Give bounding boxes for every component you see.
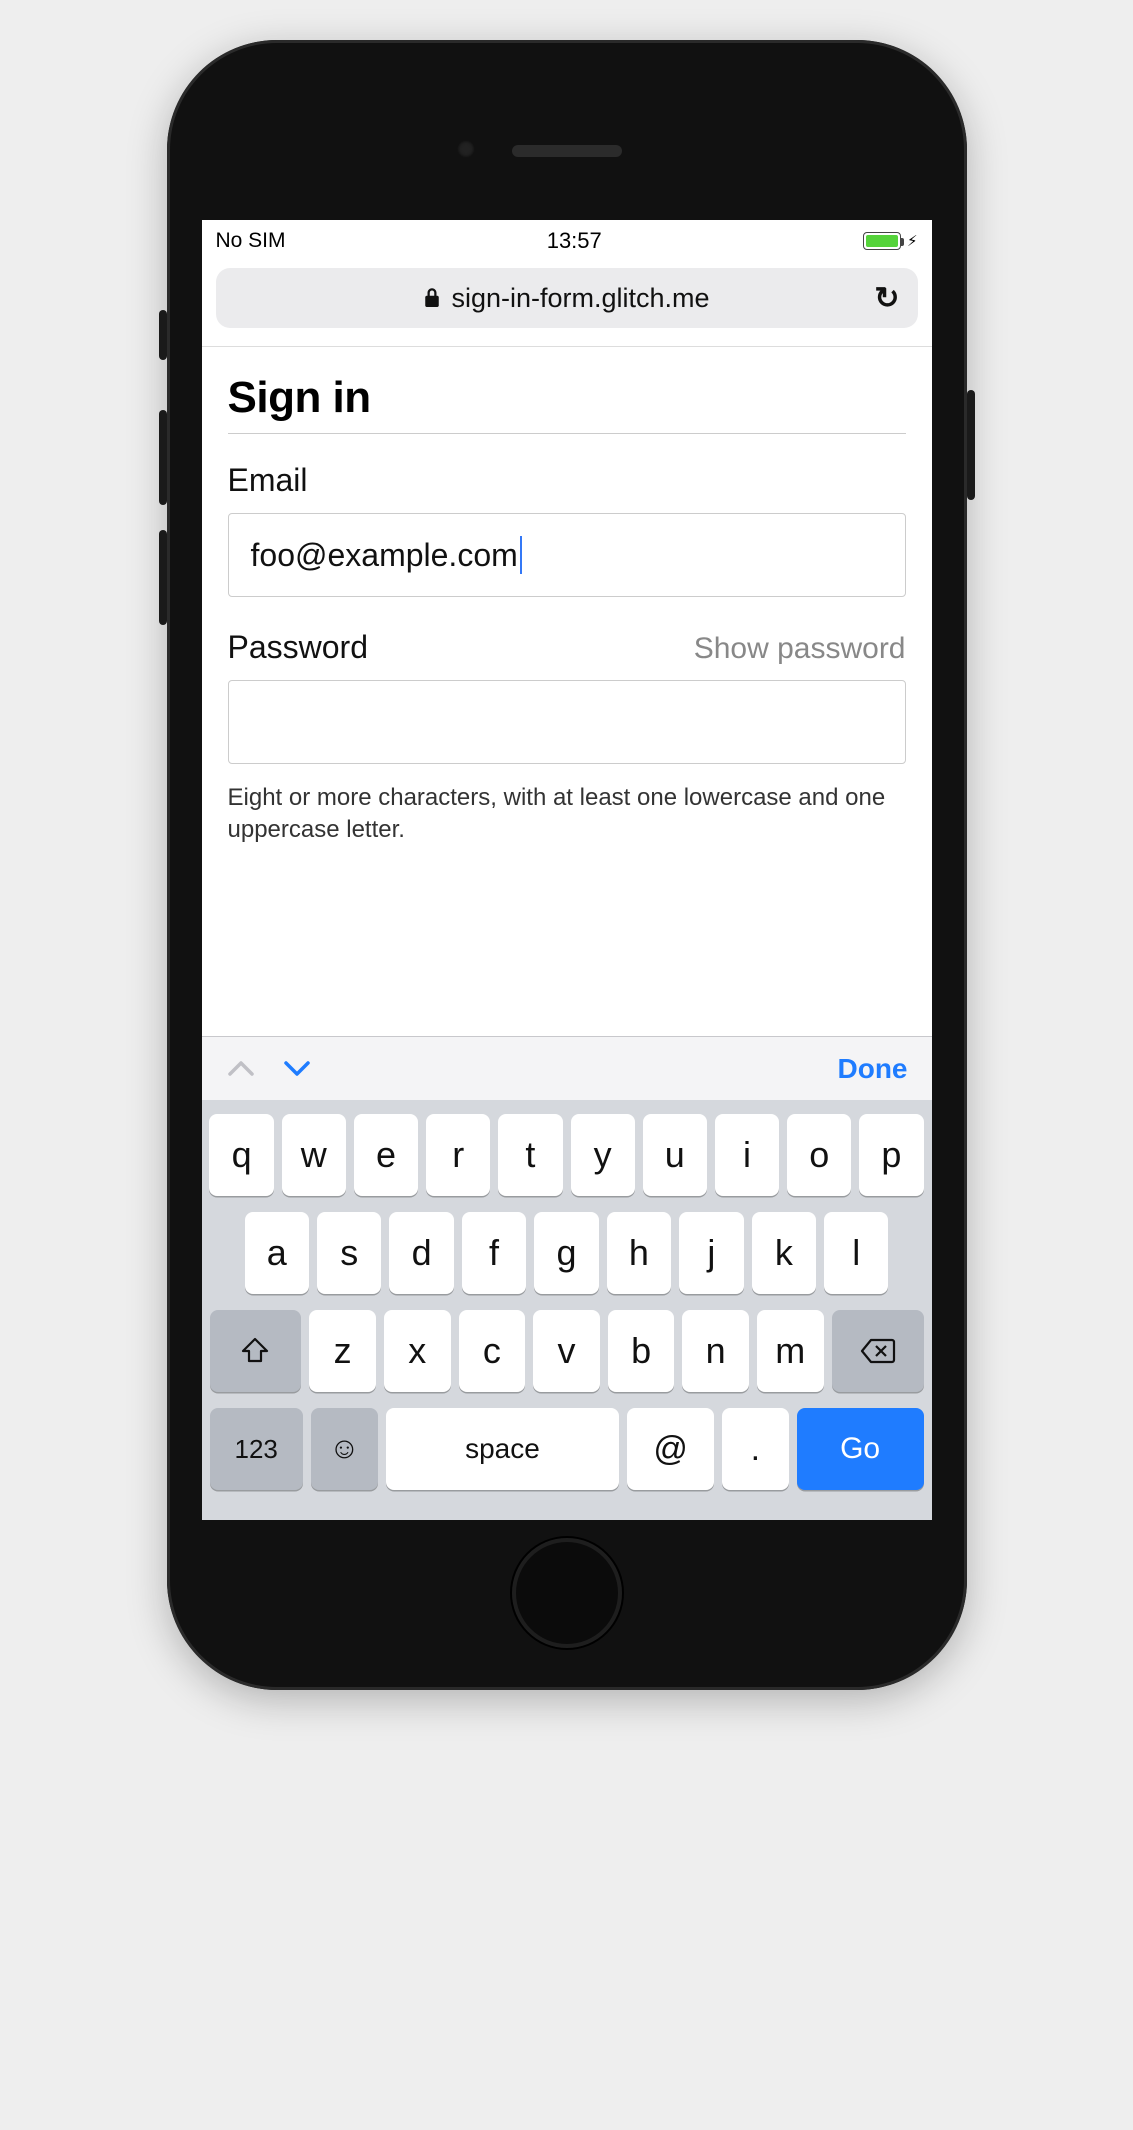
phone-speaker xyxy=(512,145,622,157)
keyboard-row-2: asdfghjkl xyxy=(210,1212,924,1294)
home-button[interactable] xyxy=(512,1538,622,1648)
at-key[interactable]: @ xyxy=(627,1408,714,1490)
key-e[interactable]: e xyxy=(354,1114,418,1196)
password-help-text: Eight or more characters, with at least … xyxy=(228,782,906,847)
key-c[interactable]: c xyxy=(459,1310,526,1392)
key-i[interactable]: i xyxy=(715,1114,779,1196)
battery-icon xyxy=(863,232,901,250)
phone-screen: No SIM 13:57 ⚡︎ sign-in-form.glitch.me ↻… xyxy=(202,220,932,1520)
go-key[interactable]: Go xyxy=(797,1408,924,1490)
keyboard-row-4: 123 ☺ space @ . Go xyxy=(210,1408,924,1490)
reload-icon[interactable]: ↻ xyxy=(874,281,899,316)
phone-frame: No SIM 13:57 ⚡︎ sign-in-form.glitch.me ↻… xyxy=(167,40,967,1690)
power-button xyxy=(967,390,975,500)
status-bar: No SIM 13:57 ⚡︎ xyxy=(202,220,932,262)
keyboard-row-1: qwertyuiop xyxy=(210,1114,924,1196)
page-content: Sign in Email foo@example.com Password S… xyxy=(202,346,932,847)
keyboard-accessory-bar: Done xyxy=(202,1036,932,1100)
keyboard-done-button[interactable]: Done xyxy=(838,1053,908,1085)
key-t[interactable]: t xyxy=(498,1114,562,1196)
key-w[interactable]: w xyxy=(282,1114,346,1196)
charging-icon: ⚡︎ xyxy=(907,232,918,250)
volume-up-button xyxy=(159,410,167,505)
url-text: sign-in-form.glitch.me xyxy=(451,283,709,314)
prev-field-icon xyxy=(226,1058,256,1080)
mute-switch xyxy=(159,310,167,360)
browser-url-bar[interactable]: sign-in-form.glitch.me ↻ xyxy=(216,268,918,328)
key-l[interactable]: l xyxy=(824,1212,888,1294)
volume-down-button xyxy=(159,530,167,625)
key-k[interactable]: k xyxy=(752,1212,816,1294)
status-right: ⚡︎ xyxy=(863,232,918,250)
carrier-label: No SIM xyxy=(216,229,286,253)
key-v[interactable]: v xyxy=(533,1310,600,1392)
on-screen-keyboard: qwertyuiop asdfghjkl zxcvbnm 123 ☺ space… xyxy=(202,1100,932,1520)
page-title: Sign in xyxy=(228,373,906,423)
key-f[interactable]: f xyxy=(462,1212,526,1294)
key-z[interactable]: z xyxy=(309,1310,376,1392)
numbers-key[interactable]: 123 xyxy=(210,1408,303,1490)
lock-icon xyxy=(423,287,441,309)
email-field[interactable]: foo@example.com xyxy=(228,513,906,597)
key-m[interactable]: m xyxy=(757,1310,824,1392)
key-b[interactable]: b xyxy=(608,1310,675,1392)
key-u[interactable]: u xyxy=(643,1114,707,1196)
email-label: Email xyxy=(228,462,906,499)
text-caret xyxy=(520,536,522,574)
key-r[interactable]: r xyxy=(426,1114,490,1196)
key-d[interactable]: d xyxy=(389,1212,453,1294)
key-n[interactable]: n xyxy=(682,1310,749,1392)
key-q[interactable]: q xyxy=(209,1114,273,1196)
key-h[interactable]: h xyxy=(607,1212,671,1294)
shift-key[interactable] xyxy=(210,1310,302,1392)
phone-camera xyxy=(457,140,475,158)
key-y[interactable]: y xyxy=(571,1114,635,1196)
dot-key[interactable]: . xyxy=(722,1408,789,1490)
key-a[interactable]: a xyxy=(245,1212,309,1294)
space-key[interactable]: space xyxy=(386,1408,620,1490)
key-g[interactable]: g xyxy=(534,1212,598,1294)
key-x[interactable]: x xyxy=(384,1310,451,1392)
key-j[interactable]: j xyxy=(679,1212,743,1294)
keyboard-row-3: zxcvbnm xyxy=(210,1310,924,1392)
show-password-toggle[interactable]: Show password xyxy=(694,632,906,666)
next-field-icon[interactable] xyxy=(282,1058,312,1080)
backspace-key[interactable] xyxy=(832,1310,924,1392)
divider xyxy=(228,433,906,434)
clock-label: 13:57 xyxy=(547,228,602,254)
email-value: foo@example.com xyxy=(251,537,518,574)
emoji-key[interactable]: ☺ xyxy=(311,1408,378,1490)
key-s[interactable]: s xyxy=(317,1212,381,1294)
password-field[interactable] xyxy=(228,680,906,764)
key-o[interactable]: o xyxy=(787,1114,851,1196)
key-p[interactable]: p xyxy=(859,1114,923,1196)
password-label: Password xyxy=(228,629,369,666)
